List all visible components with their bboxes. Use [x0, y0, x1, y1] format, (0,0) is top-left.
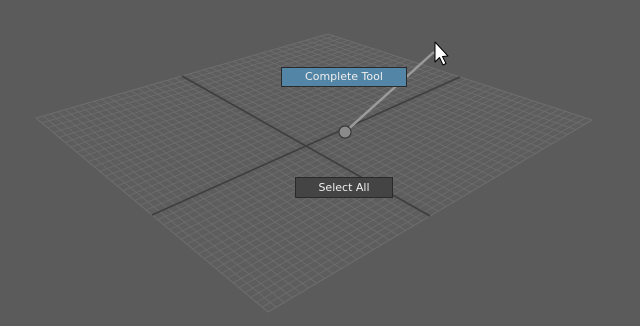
3d-viewport[interactable]: Complete Tool Select All: [0, 0, 640, 326]
perspective-grid: [34, 33, 594, 313]
marking-menu-center-marker: [338, 125, 352, 139]
complete-tool-menu-item[interactable]: Complete Tool: [281, 67, 407, 87]
arrow-cursor-icon: [434, 41, 449, 66]
select-all-menu-item[interactable]: Select All: [295, 177, 393, 198]
